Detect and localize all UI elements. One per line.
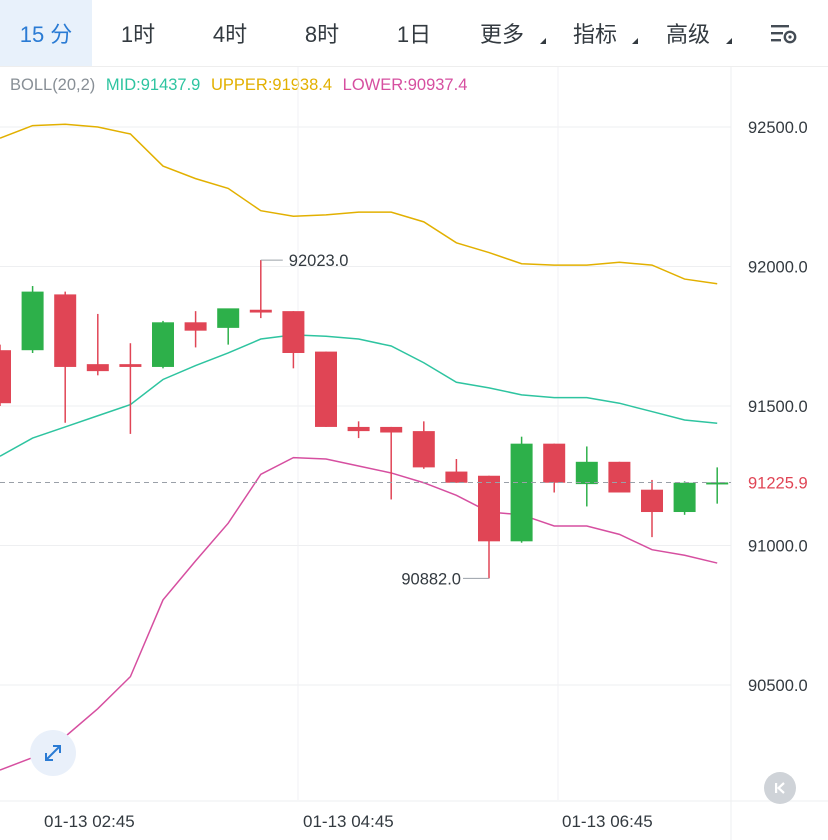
fullscreen-button[interactable] [30,730,76,776]
candle-body [21,291,44,351]
y-tick-label: 91000.0 [748,538,808,556]
candle-body [119,364,142,367]
candle [380,426,403,500]
y-tick-label: 92500.0 [748,119,808,137]
candle-body [380,426,403,433]
candle-body [347,426,370,432]
candle [543,443,566,493]
candle-body [0,350,11,404]
candle-body [315,351,337,427]
candle [217,308,240,345]
candle [706,467,729,504]
skip-to-end-icon [775,782,785,794]
candle-body [282,311,305,353]
candle [21,286,44,353]
candle-body [412,431,435,468]
candle-body [608,461,631,493]
candle-body [217,308,240,328]
x-tick-label: 01-13 04:45 [303,812,394,831]
candle-body [184,322,207,331]
candle [575,446,598,507]
x-tick-label: 01-13 02:45 [44,812,135,831]
candle [347,421,370,439]
candle-body [510,443,533,542]
candle [54,291,77,423]
candle-body [641,489,663,513]
candle [608,461,631,493]
boll-upper-line [0,123,718,285]
candle [673,481,696,515]
candle-body [478,475,500,542]
candlestick-chart[interactable]: 92500.0 92000.0 91500.0 91000.0 90500.0 91225… [0,0,828,840]
candle-body [543,443,566,483]
candle-body [575,461,598,485]
candle [0,344,11,406]
candle [412,421,435,469]
x-tick-label: 01-13 06:45 [562,812,653,831]
y-tick-label: 91500.0 [748,398,808,416]
candle [510,436,533,543]
candle [119,343,142,434]
candle [315,351,337,427]
candle [152,320,174,369]
candle [249,260,272,319]
candle-body [152,322,174,367]
candle-body [249,309,272,313]
y-tick-label: 92000.0 [748,259,808,277]
candle-body [445,471,468,483]
candle-body [86,364,109,372]
candle-body [54,294,77,367]
scroll-to-latest-button[interactable] [764,772,796,804]
expand-icon [45,745,61,761]
candle [282,311,305,369]
max-price-label: 92023.0 [289,252,349,270]
candle [445,459,468,483]
candle [184,311,207,348]
candle-body [673,482,696,513]
min-price-label: 90882.0 [401,570,461,588]
y-tick-label: 90500.0 [748,677,808,695]
boll-bands [0,123,718,771]
candle [86,313,109,376]
candle [641,479,663,538]
last-price-label: 91225.9 [748,474,808,492]
boll-lower-line [0,456,718,771]
candles [0,260,729,579]
candle [478,475,500,579]
